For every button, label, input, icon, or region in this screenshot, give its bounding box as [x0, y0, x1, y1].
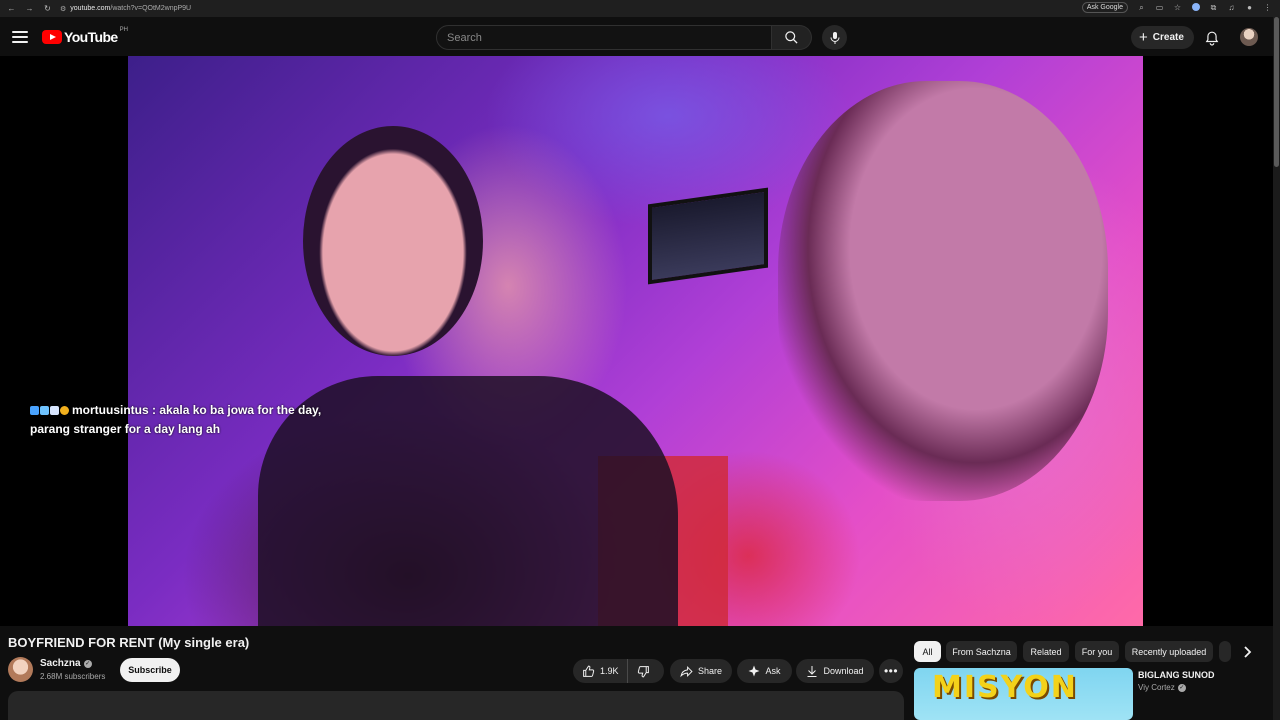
chevron-right-icon [1244, 645, 1252, 658]
verified-icon: ✓ [1177, 683, 1186, 692]
back-arrow-icon[interactable]: ← [7, 4, 16, 13]
youtube-logo[interactable]: YouTube PH [42, 27, 128, 45]
thumbs-up-icon [583, 665, 595, 677]
create-button[interactable]: + Create [1131, 26, 1194, 49]
ask-label: Ask [765, 666, 781, 676]
badge-icon [40, 406, 49, 415]
video-player[interactable]: mortuusintus : akala ko ba jowa for the … [0, 56, 1273, 626]
chip-all[interactable]: All [914, 641, 941, 662]
verified-icon: ✓ [83, 659, 92, 668]
sparkle-icon [748, 665, 760, 677]
download-icon [807, 665, 817, 677]
chip-overflow[interactable] [1219, 641, 1231, 662]
reload-icon[interactable]: ↻ [43, 4, 52, 13]
plus-icon: + [1139, 29, 1148, 46]
recommended-title[interactable]: BIGLANG SUNOD [1138, 670, 1215, 680]
cast-icon[interactable]: ▭ [1155, 3, 1164, 12]
share-label: Share [697, 666, 723, 676]
browser-nav: ← → ↻ [0, 4, 52, 13]
chat-badges [30, 406, 69, 415]
recommended-channel[interactable]: Viy Cortez ✓ [1138, 683, 1186, 692]
extensions-puzzle-icon[interactable]: ⧉ [1209, 3, 1218, 13]
chips-next-button[interactable] [1238, 641, 1258, 662]
media-icon[interactable]: ♫ [1227, 3, 1236, 12]
dislike-button[interactable] [628, 665, 659, 678]
chip-from-channel[interactable]: From Sachzna [946, 641, 1017, 662]
video-figure-left-head [303, 126, 483, 356]
scrollbar-thumb[interactable] [1274, 17, 1279, 167]
more-actions-button[interactable]: ••• [879, 659, 903, 683]
subscribe-button[interactable]: Subscribe [120, 658, 180, 682]
chat-overlay-message: mortuusintus : akala ko ba jowa for the … [30, 401, 360, 439]
search-button[interactable] [772, 25, 812, 50]
browser-toolbar: ← → ↻ ⚙ youtube.com/watch?v=QOtM2wnpP9U … [0, 0, 1280, 17]
share-button[interactable]: Share [670, 659, 732, 683]
ask-button[interactable]: Ask [737, 659, 792, 683]
subscriber-count: 2.68M subscribers [40, 672, 106, 681]
account-avatar[interactable] [1240, 28, 1258, 46]
video-frame[interactable] [128, 56, 1143, 626]
video-title: BOYFRIEND FOR RENT (My single era) [8, 635, 250, 650]
more-horizontal-icon: ••• [883, 664, 899, 678]
badge-icon [30, 406, 39, 415]
create-label: Create [1152, 32, 1184, 43]
search-icon [785, 31, 798, 44]
chat-username: mortuusintus [72, 403, 149, 417]
page-scrollbar[interactable] [1273, 17, 1280, 720]
voice-search-button[interactable] [822, 25, 847, 50]
thumbnail-text: MISYON [932, 670, 1078, 705]
channel-name[interactable]: Sachzna ✓ [40, 658, 92, 669]
region-code: PH [119, 27, 128, 33]
search-box: Search [436, 25, 812, 50]
youtube-play-icon [42, 30, 62, 44]
extension-dot-icon[interactable] [1191, 2, 1200, 13]
browser-actions: Ask Google ⌕ ▭ ☆ ⧉ ♫ ● ⋮ [1081, 2, 1272, 13]
recommended-thumbnail[interactable]: MISYON [914, 668, 1133, 720]
site-info-icon[interactable]: ⚙ [60, 5, 66, 13]
like-button[interactable]: 1.9K [573, 659, 628, 683]
profile-icon[interactable]: ● [1245, 3, 1254, 12]
logo-text: YouTube [64, 29, 118, 45]
channel-avatar[interactable] [8, 657, 33, 682]
chip-recently-uploaded[interactable]: Recently uploaded [1125, 641, 1213, 662]
download-button[interactable]: Download [796, 659, 874, 683]
youtube-masthead: YouTube PH Search + Create [0, 17, 1280, 57]
download-label: Download [823, 666, 864, 676]
like-dislike-group: 1.9K [573, 659, 664, 683]
menu-icon[interactable] [12, 31, 28, 43]
video-background-tv [648, 187, 768, 285]
search-input[interactable]: Search [436, 25, 772, 50]
url-host: youtube.com [70, 5, 111, 12]
browser-menu-icon[interactable]: ⋮ [1263, 3, 1272, 12]
recommended-channel-name: Viy Cortez [1138, 683, 1175, 692]
badge-icon [50, 406, 59, 415]
description-box[interactable] [8, 691, 904, 720]
bookmark-star-icon[interactable]: ☆ [1173, 3, 1182, 12]
share-arrow-icon [680, 665, 693, 677]
video-figure-right [778, 81, 1108, 501]
url-path: /watch?v=QOtM2wnpP9U [110, 5, 192, 12]
like-count: 1.9K [600, 666, 619, 676]
ask-google-button[interactable]: Ask Google [1081, 2, 1128, 13]
microphone-icon [830, 31, 839, 44]
channel-name-text: Sachzna [40, 658, 81, 669]
notifications-button[interactable] [1203, 29, 1221, 47]
badge-icon [60, 406, 69, 415]
thumbs-down-icon [637, 665, 649, 677]
address-bar[interactable]: ⚙ youtube.com/watch?v=QOtM2wnpP9U [60, 2, 1050, 15]
chip-related[interactable]: Related [1023, 641, 1069, 662]
bell-icon [1205, 31, 1219, 46]
zoom-icon[interactable]: ⌕ [1137, 3, 1146, 13]
chip-for-you[interactable]: For you [1075, 641, 1119, 662]
forward-arrow-icon[interactable]: → [25, 4, 34, 13]
